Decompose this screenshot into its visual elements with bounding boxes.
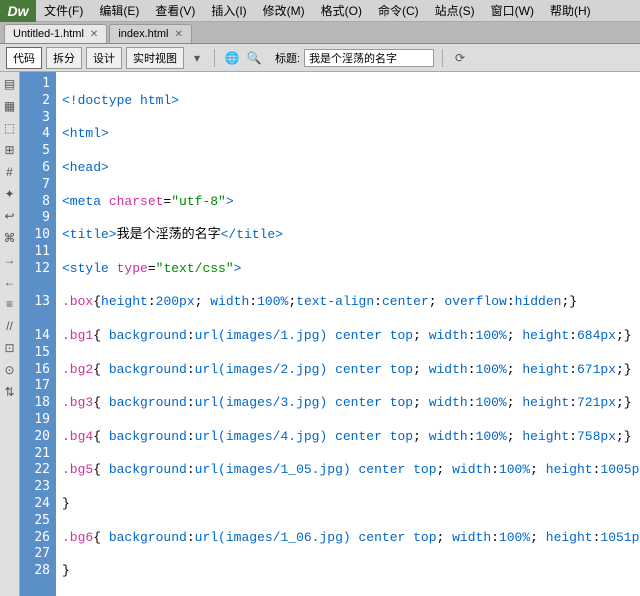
line-numbers-icon[interactable]: # — [2, 164, 18, 180]
menu-insert[interactable]: 插入(I) — [203, 2, 254, 19]
select-parent-icon[interactable]: ⬚ — [2, 120, 18, 136]
menu-file[interactable]: 文件(F) — [36, 2, 91, 19]
recent-icon[interactable]: ⊙ — [2, 362, 18, 378]
title-input[interactable] — [304, 49, 434, 67]
globe-icon[interactable]: 🌐 — [223, 49, 241, 67]
close-icon[interactable]: ✕ — [174, 29, 182, 40]
menu-help[interactable]: 帮助(H) — [542, 2, 599, 19]
highlight-icon[interactable]: ✦ — [2, 186, 18, 202]
tab-bar: Untitled-1.html ✕ index.html ✕ — [0, 22, 640, 44]
view-split-button[interactable]: 拆分 — [46, 47, 82, 69]
menu-view[interactable]: 查看(V) — [147, 2, 203, 19]
format-icon[interactable]: ≡ — [2, 296, 18, 312]
menu-format[interactable]: 格式(O) — [313, 2, 370, 19]
view-design-button[interactable]: 设计 — [86, 47, 122, 69]
expand-icon[interactable]: ▦ — [2, 98, 18, 114]
indent-icon[interactable]: → — [2, 252, 18, 268]
app-logo: Dw — [0, 0, 36, 22]
refresh-icon[interactable]: ⟳ — [451, 49, 469, 67]
menu-site[interactable]: 站点(S) — [427, 2, 483, 19]
view-code-button[interactable]: 代码 — [6, 47, 42, 69]
menu-bar: Dw 文件(F) 编辑(E) 查看(V) 插入(I) 修改(M) 格式(O) 命… — [0, 0, 640, 22]
code-editor[interactable]: <!doctype html> <html> <head> <meta char… — [56, 72, 640, 596]
separator — [214, 49, 215, 67]
wrap-icon[interactable]: ↩ — [2, 208, 18, 224]
syntax-icon[interactable]: ⌘ — [2, 230, 18, 246]
outdent-icon[interactable]: ← — [2, 274, 18, 290]
view-live-button[interactable]: 实时视图 — [126, 47, 184, 69]
document-toolbar: 代码 拆分 设计 实时视图 ▾ 🌐 🔍 标题: ⟳ — [0, 44, 640, 72]
code-side-toolbar: ▤ ▦ ⬚ ⊞ # ✦ ↩ ⌘ → ← ≡ // ⊡ ⊙ ⇅ — [0, 72, 20, 596]
dropdown-icon[interactable]: ▾ — [188, 49, 206, 67]
menu-modify[interactable]: 修改(M) — [255, 2, 313, 19]
comment-icon[interactable]: // — [2, 318, 18, 334]
tab-untitled[interactable]: Untitled-1.html ✕ — [4, 24, 107, 43]
tab-label: index.html — [118, 28, 168, 40]
close-icon[interactable]: ✕ — [90, 29, 98, 40]
menu-edit[interactable]: 编辑(E) — [91, 2, 147, 19]
editor-area: ▤ ▦ ⬚ ⊞ # ✦ ↩ ⌘ → ← ≡ // ⊡ ⊙ ⇅ 123456789… — [0, 72, 640, 596]
menu-commands[interactable]: 命令(C) — [370, 2, 427, 19]
collapse-icon[interactable]: ▤ — [2, 76, 18, 92]
snippet-icon[interactable]: ⊡ — [2, 340, 18, 356]
line-gutter: 1234567891011121314151617181920212223242… — [20, 72, 56, 596]
balance-icon[interactable]: ⊞ — [2, 142, 18, 158]
menu-window[interactable]: 窗口(W) — [483, 2, 542, 19]
separator — [442, 49, 443, 67]
inspect-icon[interactable]: 🔍 — [245, 49, 263, 67]
move-icon[interactable]: ⇅ — [2, 384, 18, 400]
tab-index[interactable]: index.html ✕ — [109, 24, 192, 43]
tab-label: Untitled-1.html — [13, 28, 84, 40]
title-label: 标题: — [275, 50, 300, 66]
